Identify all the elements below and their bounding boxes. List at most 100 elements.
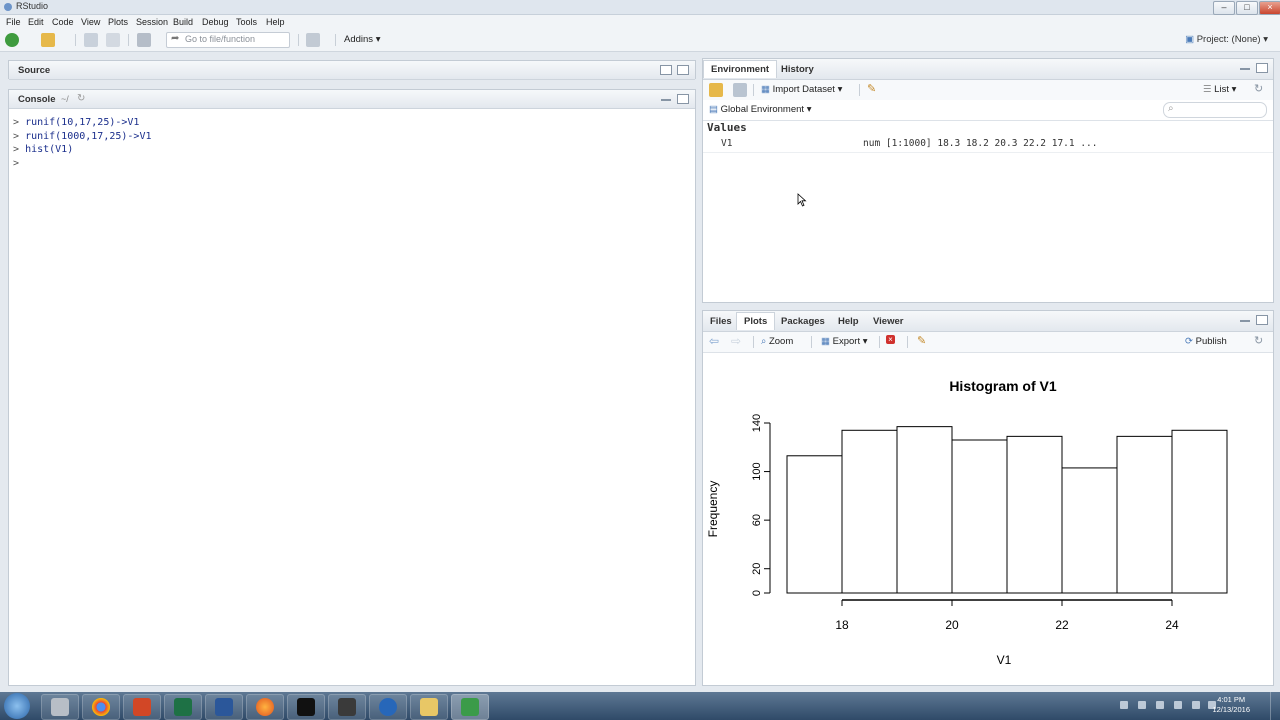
broom-icon[interactable]: ✎: [867, 82, 876, 95]
back-arrow-icon[interactable]: ⇦: [709, 334, 719, 348]
taskbar-app[interactable]: [328, 694, 366, 720]
tab-environment[interactable]: Environment: [703, 60, 778, 78]
camtasia-icon: [461, 698, 479, 716]
new-file-icon[interactable]: [5, 33, 19, 47]
export-icon: ▦: [821, 336, 830, 347]
refresh-icon[interactable]: ↻: [1254, 82, 1263, 95]
tab-help[interactable]: Help: [838, 316, 859, 327]
tab-files[interactable]: Files: [710, 316, 732, 327]
taskbar-app[interactable]: [246, 694, 284, 720]
show-desktop-button[interactable]: [1270, 692, 1280, 720]
close-button[interactable]: ×: [1259, 1, 1280, 15]
source-pane: Source: [8, 60, 696, 80]
taskbar-app-active[interactable]: [451, 694, 489, 720]
minimize-icon[interactable]: [1240, 68, 1250, 70]
menu-session[interactable]: Session: [136, 17, 168, 27]
console-header: Console ~/ ↻: [9, 90, 695, 109]
environment-header: Environment History: [703, 59, 1273, 80]
export-menu[interactable]: ▦ Export ▾: [821, 336, 868, 347]
import-dataset-button[interactable]: ▦ Import Dataset ▾: [761, 84, 842, 95]
remove-plot-icon[interactable]: ×: [886, 335, 895, 344]
menu-edit[interactable]: Edit: [28, 17, 44, 27]
load-workspace-icon[interactable]: [709, 83, 723, 97]
taskbar-app[interactable]: [410, 694, 448, 720]
list-icon: ☰: [1203, 84, 1212, 95]
minimize-icon[interactable]: [1240, 320, 1250, 322]
plots-header: Files Plots Packages Help Viewer: [703, 311, 1273, 332]
minimize-button[interactable]: –: [1213, 1, 1235, 15]
menu-build[interactable]: Build: [173, 17, 193, 27]
menu-help[interactable]: Help: [266, 17, 285, 27]
menu-debug[interactable]: Debug: [202, 17, 229, 27]
histogram-plot: Histogram of V1 02060100140 18 20 22 24 V1 …: [706, 378, 1228, 667]
chrome-icon: [92, 698, 110, 716]
menu-file[interactable]: File: [6, 17, 21, 27]
menu-plots[interactable]: Plots: [108, 17, 128, 27]
taskbar-app[interactable]: [205, 694, 243, 720]
taskbar-app[interactable]: [41, 694, 79, 720]
save-all-icon[interactable]: [106, 33, 120, 47]
addins-menu[interactable]: Addins ▾: [344, 34, 380, 45]
r-icon: [379, 698, 397, 716]
tab-packages[interactable]: Packages: [781, 316, 825, 327]
taskbar-app[interactable]: [123, 694, 161, 720]
maximize-icon[interactable]: [677, 94, 689, 104]
print-icon[interactable]: [137, 33, 151, 47]
save-icon[interactable]: [84, 33, 98, 47]
console-path-arrow-icon[interactable]: ↻: [77, 93, 85, 104]
histogram-bar: [786, 455, 843, 594]
taskbar-app[interactable]: [369, 694, 407, 720]
tab-viewer[interactable]: Viewer: [873, 316, 903, 327]
menu-code[interactable]: Code: [52, 17, 74, 27]
save-workspace-icon[interactable]: [733, 83, 747, 97]
publish-button[interactable]: ⟳ Publish: [1185, 336, 1227, 347]
environment-search-input[interactable]: ⌕: [1163, 102, 1267, 118]
refresh-plot-icon[interactable]: ↻: [1254, 334, 1263, 347]
maximize-icon[interactable]: [1256, 315, 1268, 325]
workspace-panes-icon[interactable]: [306, 33, 320, 47]
console-output[interactable]: > runif(10,17,25)->V1 > runif(1000,17,25…: [13, 116, 152, 170]
table-row[interactable]: V1 num [1:1000] 18.3 18.2 20.3 22.2 17.1…: [703, 135, 1273, 153]
histogram-bar: [896, 426, 953, 594]
minimize-icon[interactable]: [661, 99, 671, 101]
maximize-icon[interactable]: [677, 65, 689, 75]
console-tab[interactable]: Console: [18, 94, 55, 105]
search-icon: ⌕: [1168, 103, 1174, 114]
project-menu[interactable]: ▣ Project: (None) ▾: [1185, 34, 1268, 45]
project-icon: ▣: [1185, 34, 1195, 45]
console-prompt[interactable]: >: [13, 157, 152, 171]
y-axis-label: Frequency: [706, 481, 720, 538]
rstudio-app-icon: [4, 3, 12, 11]
start-button[interactable]: [4, 693, 30, 719]
tray-icon[interactable]: [1120, 701, 1128, 709]
tray-icon[interactable]: [1156, 701, 1164, 709]
network-icon[interactable]: [1174, 701, 1182, 709]
excel-icon: [174, 698, 192, 716]
source-tab[interactable]: Source: [18, 65, 50, 76]
maximize-icon[interactable]: [1256, 63, 1268, 73]
list-view-menu[interactable]: ☰ List ▾: [1203, 84, 1236, 95]
taskbar-clock[interactable]: 4:01 PM 12/13/2016: [1212, 695, 1250, 715]
goto-file-input[interactable]: ➦ Go to file/function: [166, 32, 290, 48]
global-environment-menu[interactable]: ▤ Global Environment ▾: [709, 104, 811, 115]
tab-plots[interactable]: Plots: [736, 312, 776, 330]
volume-icon[interactable]: [1192, 701, 1200, 709]
forward-arrow-icon[interactable]: ⇨: [731, 334, 741, 348]
clock-time: 4:01 PM: [1217, 695, 1246, 704]
menu-tools[interactable]: Tools: [236, 17, 257, 27]
tray-icon[interactable]: [1138, 701, 1146, 709]
y-tick-label: 0: [751, 590, 763, 596]
goto-placeholder: Go to file/function: [185, 34, 256, 44]
zoom-button[interactable]: ⌕ Zoom: [761, 336, 793, 347]
clear-plots-broom-icon[interactable]: ✎: [917, 334, 926, 347]
addins-label: Addins: [344, 34, 374, 45]
taskbar-app[interactable]: [82, 694, 120, 720]
maximize-button[interactable]: □: [1236, 1, 1258, 15]
taskbar-app[interactable]: [164, 694, 202, 720]
open-file-icon[interactable]: [41, 33, 55, 47]
audio-icon: [338, 698, 356, 716]
restore-icon[interactable]: [660, 65, 672, 75]
menu-view[interactable]: View: [81, 17, 100, 27]
tab-history[interactable]: History: [781, 64, 814, 75]
taskbar-app[interactable]: [287, 694, 325, 720]
